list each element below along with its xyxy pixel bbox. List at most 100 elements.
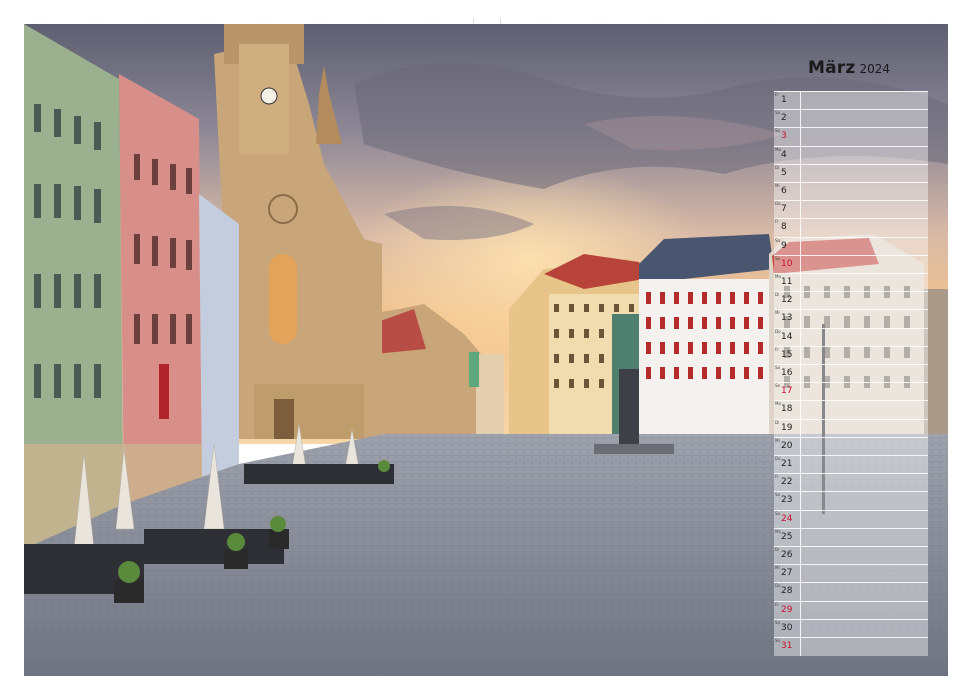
day-row: Mi 20 [774, 436, 928, 456]
day-row: Mi 27 [774, 564, 928, 584]
day-row: Sa 30 [774, 618, 928, 638]
weekday-label: Do [775, 328, 781, 334]
day-row: Fr 8 [774, 218, 928, 238]
day-row: Di 26 [774, 546, 928, 565]
day-number: 18 [781, 404, 793, 415]
month-name: März [808, 58, 856, 78]
weekday-label: Mi [775, 437, 780, 443]
day-row: Sa 16 [774, 364, 928, 383]
weekday-label: Mi [775, 183, 780, 188]
row-divider [800, 164, 801, 183]
row-divider [800, 638, 801, 656]
day-number: 7 [781, 204, 787, 215]
day-number: 28 [781, 586, 793, 597]
day-row: Di 19 [774, 418, 928, 438]
day-row: So 10 [774, 254, 928, 274]
weekday-label: Fr [775, 346, 779, 352]
row-divider [800, 346, 801, 365]
day-number: 30 [781, 622, 793, 633]
weekday-label: Di [775, 164, 780, 170]
row-divider [800, 528, 801, 547]
weekday-label: So [775, 383, 780, 389]
day-number: 13 [781, 313, 793, 324]
day-row: Sa 2 [774, 109, 928, 129]
weekday-label: So [775, 128, 780, 134]
row-divider [800, 146, 801, 165]
day-number: 29 [781, 604, 793, 615]
row-divider [800, 619, 801, 638]
row-divider [800, 310, 801, 329]
day-number: 15 [781, 349, 793, 360]
day-row: So 31 [774, 637, 928, 656]
day-row: Mo 25 [774, 527, 928, 547]
day-row: Mi 6 [774, 182, 928, 201]
day-row: Do 28 [774, 582, 928, 602]
day-row: Fr 29 [774, 600, 928, 620]
day-number: 11 [781, 277, 793, 287]
day-number: 12 [781, 295, 793, 306]
day-row: Fr 22 [774, 473, 928, 493]
day-row: Mo 4 [774, 145, 928, 165]
day-number: 10 [781, 258, 793, 269]
row-divider [800, 219, 801, 238]
day-row: Sa 23 [774, 491, 928, 511]
row-divider [800, 110, 801, 129]
weekday-label: Di [775, 419, 780, 425]
row-divider [800, 601, 801, 620]
day-number: 26 [781, 550, 793, 560]
day-row: Mo 18 [774, 400, 928, 420]
weekday-label: Fr [775, 601, 779, 607]
calendar-page: März 2024 Fr 1 Sa 2 So 3 Mo 4 Di 5 Mi 6 Do 7 Fr 8 Sa 9 So 10… [0, 0, 971, 700]
day-number: 27 [781, 568, 793, 579]
day-row: Di 5 [774, 163, 928, 183]
day-number: 6 [781, 186, 787, 196]
day-number: 14 [781, 331, 793, 342]
row-divider [800, 437, 801, 456]
weekday-label: So [775, 255, 780, 261]
row-divider [800, 274, 801, 292]
weekday-label: Mi [775, 310, 780, 316]
day-number: 20 [781, 440, 793, 451]
row-divider [800, 292, 801, 311]
weekday-label: So [775, 638, 780, 643]
day-number: 5 [781, 167, 787, 178]
day-row: Do 14 [774, 327, 928, 347]
day-number: 25 [781, 531, 793, 542]
row-divider [800, 328, 801, 347]
month-year: 2024 [859, 62, 891, 76]
weekday-label: Do [775, 583, 781, 589]
day-number: 9 [781, 240, 787, 251]
day-number: 3 [781, 131, 787, 142]
row-divider [800, 510, 801, 529]
day-number: 21 [781, 459, 793, 469]
row-divider [800, 183, 801, 201]
day-row: Di 12 [774, 291, 928, 311]
day-number: 2 [781, 113, 787, 124]
day-number: 16 [781, 368, 793, 378]
weekday-label: Di [775, 292, 780, 298]
day-row: Do 7 [774, 200, 928, 220]
weekday-label: Sa [775, 365, 780, 370]
row-divider [800, 583, 801, 602]
day-row: Do 21 [774, 455, 928, 474]
day-number: 23 [781, 495, 793, 506]
row-divider [800, 492, 801, 511]
row-divider [800, 128, 801, 147]
day-row: Fr 15 [774, 345, 928, 365]
weekday-label: Di [775, 547, 780, 552]
row-divider [800, 237, 801, 256]
day-number: 19 [781, 422, 793, 433]
day-number: 22 [781, 477, 793, 488]
weekday-label: Fr [775, 219, 779, 225]
weekday-label: Sa [775, 619, 780, 625]
day-number: 24 [781, 513, 793, 524]
day-row: Fr 1 [774, 91, 928, 110]
weekday-label: Sa [775, 237, 780, 243]
day-row: Sa 9 [774, 236, 928, 256]
row-divider [800, 255, 801, 274]
day-number: 17 [781, 386, 793, 397]
row-divider [800, 401, 801, 420]
day-row: Mo 11 [774, 273, 928, 292]
row-divider [800, 92, 801, 110]
row-divider [800, 383, 801, 402]
